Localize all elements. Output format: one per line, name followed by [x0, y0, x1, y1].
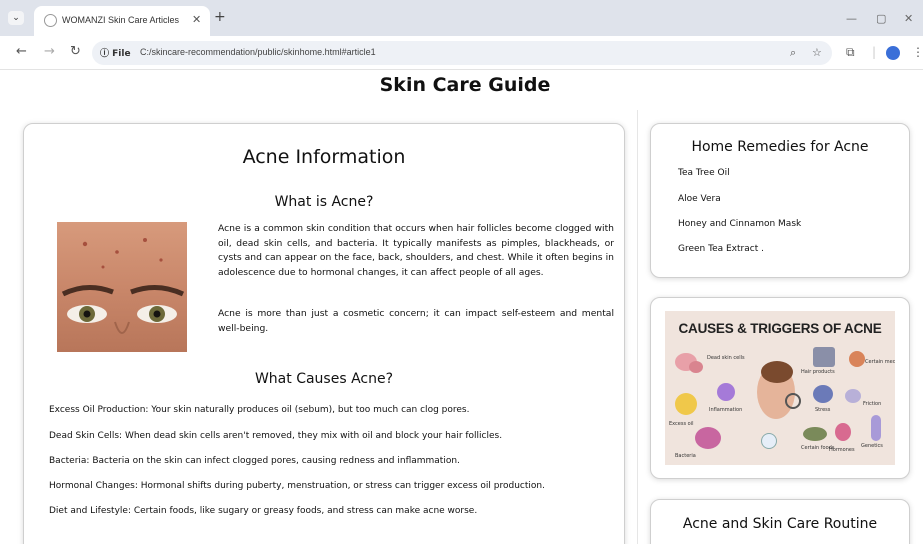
label-hair-products: Hair products [801, 369, 835, 375]
file-label: File [112, 49, 131, 59]
remedy-item[interactable]: Aloe Vera [678, 194, 721, 204]
home-remedies-card: Home Remedies for Acne Tea Tree Oil Aloe… [650, 123, 910, 278]
column-divider [637, 110, 638, 544]
acne-triggers-infographic: CAUSES & TRIGGERS OF ACNE Dead skin cell… [665, 311, 895, 465]
cause-item: Bacteria: Bacteria on the skin can infec… [49, 456, 460, 466]
more-menu-icon[interactable]: ⋮ [912, 45, 923, 59]
cause-item: Diet and Lifestyle: Certain foods, like … [49, 506, 478, 516]
close-tab-icon[interactable]: ✕ [192, 13, 201, 26]
back-icon[interactable]: ← [16, 45, 27, 59]
acne-definition-paragraph: Acne is a common skin condition that occ… [218, 223, 614, 278]
reload-icon[interactable]: ↻ [70, 45, 81, 59]
browser-toolbar: ← → ↻ ⓘ File C:/skincare-recommendation/… [0, 36, 923, 70]
address-bar[interactable]: ⓘ File C:/skincare-recommendation/public… [92, 41, 832, 65]
forward-icon[interactable]: → [44, 45, 55, 59]
label-certain-foods: Certain foods [801, 445, 835, 451]
acne-face-image [57, 222, 187, 352]
remedy-item[interactable]: Green Tea Extract . [678, 244, 764, 254]
label-friction: Friction [863, 401, 882, 407]
label-dead-skin: Dead skin cells [707, 355, 745, 361]
label-excess-oil: Excess oil [669, 421, 694, 427]
acne-triggers-card: CAUSES & TRIGGERS OF ACNE Dead skin cell… [650, 297, 910, 479]
article-heading: Acne Information [242, 146, 406, 168]
file-chip[interactable]: ⓘ File [100, 46, 131, 59]
profile-avatar[interactable] [886, 46, 900, 60]
remedy-item[interactable]: Tea Tree Oil [678, 168, 730, 178]
label-genetics: Genetics [861, 443, 883, 449]
cause-item: Dead Skin Cells: When dead skin cells ar… [49, 431, 503, 441]
label-certain-medications: Certain medications [865, 359, 895, 365]
what-causes-heading: What Causes Acne? [254, 371, 394, 387]
browser-tab-strip: ⌄ WOMANZI Skin Care Articles ✕ + — ▢ ✕ [0, 0, 923, 36]
page-title: Skin Care Guide [379, 74, 551, 96]
label-bacteria: Bacteria [675, 453, 696, 459]
remedies-title: Home Remedies for Acne [691, 139, 869, 155]
routine-title: Acne and Skin Care Routine [682, 516, 878, 532]
close-window-icon[interactable]: ✕ [904, 12, 913, 25]
label-inflammation: Inflammation [709, 407, 743, 413]
label-hormones: Hormones [829, 447, 855, 453]
acne-info-card: Acne Information What is Acne? Acne is a… [23, 123, 625, 544]
zoom-icon[interactable]: ⌕ [790, 46, 796, 60]
bookmark-star-icon[interactable]: ☆ [812, 46, 822, 59]
infographic-title: CAUSES & TRIGGERS OF ACNE [678, 321, 882, 336]
cause-item: Excess Oil Production: Your skin natural… [49, 405, 470, 415]
globe-icon [44, 14, 57, 27]
url-text[interactable]: C:/skincare-recommendation/public/skinho… [140, 47, 376, 57]
extensions-icon[interactable]: ⧉ [846, 45, 855, 60]
browser-tab[interactable]: WOMANZI Skin Care Articles ✕ [34, 6, 210, 36]
remedy-item[interactable]: Honey and Cinnamon Mask [678, 219, 801, 229]
acne-impact-paragraph: Acne is more than just a cosmetic concer… [218, 308, 614, 334]
maximize-icon[interactable]: ▢ [876, 12, 886, 25]
toolbar-divider: | [872, 45, 877, 59]
minimize-icon[interactable]: — [846, 12, 857, 25]
tab-search-button[interactable]: ⌄ [8, 11, 24, 25]
cause-item: Hormonal Changes: Hormonal shifts during… [49, 481, 545, 491]
acne-routine-card: Acne and Skin Care Routine [650, 499, 910, 544]
label-stress: Stress [815, 407, 831, 413]
new-tab-button[interactable]: + [214, 10, 226, 24]
what-is-acne-heading: What is Acne? [274, 194, 374, 210]
tab-title: WOMANZI Skin Care Articles [62, 15, 180, 25]
